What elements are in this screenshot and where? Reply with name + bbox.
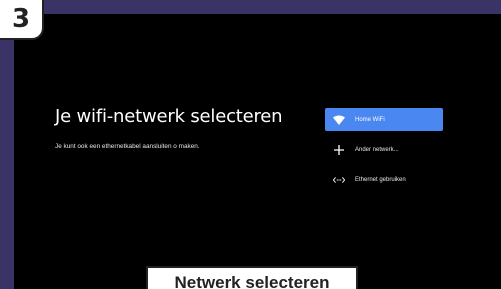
page-subtitle: Je kunt ook een ethernetkabel aansluiten…	[55, 143, 200, 150]
network-item-ethernet[interactable]: Ethernet gebruiken	[325, 168, 443, 191]
plus-icon	[333, 144, 345, 156]
wifi-icon	[333, 114, 345, 126]
network-item-home-wifi[interactable]: Home WiFi	[325, 108, 443, 131]
page-title: Je wifi-netwerk selecteren	[55, 106, 283, 127]
caption-text: Netwerk selecteren	[174, 273, 330, 289]
network-list: Home WiFi Ander netwerk... Ethernet gebr…	[325, 108, 443, 198]
step-number: 3	[11, 4, 31, 34]
network-item-label: Ethernet gebruiken	[355, 176, 406, 183]
network-item-label: Home WiFi	[355, 116, 385, 123]
network-item-other[interactable]: Ander netwerk...	[325, 138, 443, 161]
ethernet-icon	[333, 174, 345, 186]
network-item-label: Ander netwerk...	[355, 146, 399, 153]
caption-label: Netwerk selecteren	[146, 266, 358, 289]
step-number-badge: 3	[0, 0, 44, 40]
